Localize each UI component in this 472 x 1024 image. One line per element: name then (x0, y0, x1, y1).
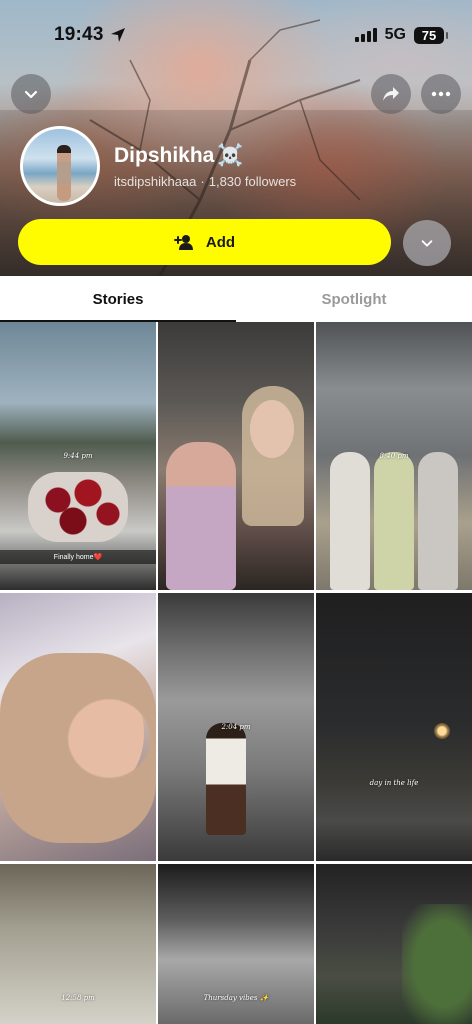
add-button-label: Add (205, 233, 236, 251)
avatar[interactable] (20, 126, 100, 206)
profile-header: 19:43 5G 75 Dipshikha ☠️ itsdipshikhaaa … (0, 0, 472, 276)
story-tile[interactable] (316, 864, 472, 1024)
avatar-figure (57, 145, 71, 201)
story-tile[interactable] (158, 322, 314, 590)
plant-image (402, 904, 472, 1024)
story-tile[interactable]: day in the life (316, 593, 472, 861)
separator: · (200, 173, 205, 189)
chevron-down-icon (24, 90, 38, 99)
collapse-button[interactable] (11, 74, 51, 114)
story-caption: Thursday vibes ✨ (203, 994, 269, 1002)
photo-subject-face (250, 400, 294, 458)
content-tabs: Stories Spotlight (0, 276, 472, 322)
tab-stories-label: Stories (92, 290, 144, 308)
profile-subline: itsdipshikhaaa · 1,830 followers (114, 174, 296, 189)
story-tile[interactable]: 12:58 pm (0, 864, 156, 1024)
roses-bouquet-image (28, 472, 128, 542)
tab-stories[interactable]: Stories (0, 276, 236, 322)
share-button[interactable] (371, 74, 411, 114)
display-name: Dipshikha ☠️ (114, 144, 296, 168)
chevron-down-icon (421, 240, 433, 247)
story-tile[interactable]: 9:44 pm Finally home❤️ (0, 322, 156, 590)
more-options-button[interactable] (421, 74, 461, 114)
story-caption: 12:58 pm (61, 994, 95, 1002)
story-caption: day in the life (369, 779, 419, 787)
photo-person (374, 452, 414, 590)
story-tile[interactable]: 2:04 pm (158, 593, 314, 861)
battery-icon: 75 (414, 26, 448, 44)
username: itsdipshikhaaa (114, 173, 197, 189)
battery-level: 75 (421, 27, 437, 43)
share-icon (383, 87, 399, 101)
photo-subject-hair (0, 653, 156, 843)
location-arrow-icon (110, 28, 125, 42)
more-icon (431, 91, 451, 97)
story-caption: 9:44 pm (63, 452, 93, 460)
skull-emoji-icon: ☠️ (217, 143, 244, 167)
status-time: 19:43 (54, 24, 104, 45)
profile-info: Dipshikha ☠️ itsdipshikhaaa · 1,830 foll… (20, 126, 296, 206)
followers-count: 1,830 followers (208, 173, 297, 189)
photo-person (418, 452, 458, 590)
status-bar: 19:43 5G 75 (0, 18, 472, 52)
network-type: 5G (384, 26, 406, 43)
photo-child (166, 442, 236, 590)
photo-person (206, 723, 246, 835)
street-light (434, 723, 450, 739)
add-friend-button[interactable]: Add (18, 219, 391, 265)
more-dropdown-button[interactable] (403, 220, 451, 266)
add-friend-icon (173, 235, 193, 250)
story-caption: 2:04 pm (221, 723, 251, 731)
tab-spotlight-label: Spotlight (321, 290, 387, 308)
display-name-text: Dipshikha (114, 143, 215, 167)
story-bottom-caption: Finally home❤️ (0, 550, 156, 564)
story-tile[interactable]: Thursday vibes ✨ (158, 864, 314, 1024)
photo-person (330, 452, 370, 590)
story-tile[interactable]: 8:40 pm (316, 322, 472, 590)
stories-grid: 9:44 pm Finally home❤️ 8:40 pm 2:04 pm d… (0, 322, 472, 1024)
tab-spotlight[interactable]: Spotlight (236, 276, 472, 322)
signal-icon (354, 28, 377, 42)
story-caption: 8:40 pm (379, 452, 409, 460)
story-tile[interactable] (0, 593, 156, 861)
